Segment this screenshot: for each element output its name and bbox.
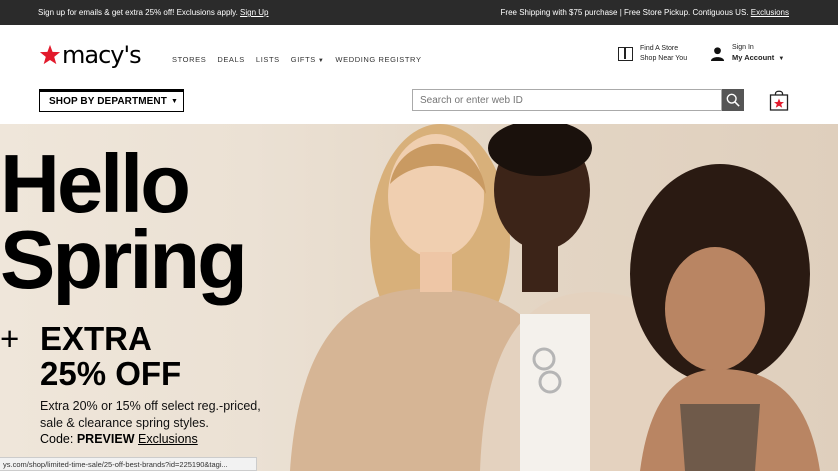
promo-shipping: Free Shipping with $75 purchase | Free S… [501,8,789,17]
hero-models-image [290,124,820,471]
hero-subtext: Extra 20% or 15% off select reg.-priced,… [40,398,261,431]
shipping-exclusions-link[interactable]: Exclusions [751,8,789,17]
hero-title-line2: Spring [0,213,248,306]
hero-sub-line2: sale & clearance spring styles. [40,415,209,430]
department-label: SHOP BY DEPARTMENT [49,96,167,107]
star-icon [39,44,61,65]
nav-wedding-registry[interactable]: WEDDING REGISTRY [335,55,421,64]
chevron-down-icon: ▼ [170,98,178,105]
shop-by-department-button[interactable]: SHOP BY DEPARTMENT ▼ [39,89,184,112]
chevron-down-icon: ▼ [317,58,325,64]
promo-shipping-text: Free Shipping with $75 purchase | Free S… [500,8,749,17]
code-label: Code: [40,432,74,446]
promo-code: PREVIEW [76,432,135,446]
store-line1: Find A Store [640,45,679,52]
nav-gifts-label: GIFTS [290,55,316,64]
macys-logo[interactable]: macy's [39,40,142,70]
sign-up-link[interactable]: Sign Up [240,8,268,17]
hero-title-line1: Hello [0,137,191,230]
promo-code-line: Code: PREVIEW Exclusions [40,432,198,446]
store-finder[interactable]: Find A Store Shop Near You [618,44,687,64]
hero-extra: + EXTRA [0,322,152,356]
search-icon [726,93,740,107]
status-bar-url: ys.com/shop/limited-time-sale/25-off-bes… [0,457,257,471]
store-line2: Shop Near You [640,55,688,62]
user-icon [710,47,725,61]
sign-in-label: Sign In [732,44,754,51]
promo-email-signup: Sign up for emails & get extra 25% off! … [38,8,269,17]
promo-bar: Sign up for emails & get extra 25% off! … [0,0,838,25]
nav-stores[interactable]: STORES [172,55,206,64]
plus-icon: + [0,320,20,357]
shopping-bag-icon [769,90,789,111]
my-account-label: My Account [732,53,775,62]
main-nav: STORES DEALS LISTS GIFTS ▼ WEDDING REGIST… [172,55,422,64]
hero-title: Hello Spring [0,137,248,306]
nav-gifts[interactable]: GIFTS ▼ [291,55,325,64]
hero-extra-line1: EXTRA [40,320,152,357]
chevron-down-icon: ▼ [778,56,785,62]
shopping-bag-button[interactable] [769,89,789,111]
account-menu[interactable]: Sign In My Account ▼ [710,43,784,64]
search-input[interactable] [412,89,722,111]
store-icon [618,47,633,61]
nav-lists[interactable]: LISTS [256,55,280,64]
hero-sub-line1: Extra 20% or 15% off select reg.-priced, [40,399,261,413]
hero-exclusions-link[interactable]: Exclusions [138,432,198,446]
hero-banner[interactable]: Hello Spring + EXTRA 25% OFF Extra 20% or… [0,124,838,471]
logo-wordmark: macy's [62,41,142,69]
search-button[interactable] [722,89,744,111]
hero-extra-line2: 25% OFF [40,355,182,392]
promo-email-text: Sign up for emails & get extra 25% off! … [38,8,238,17]
nav-deals[interactable]: DEALS [217,55,245,64]
